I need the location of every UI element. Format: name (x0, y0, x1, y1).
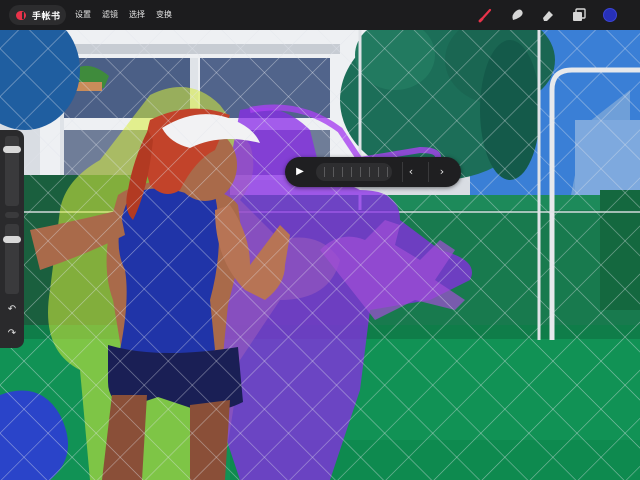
frame-tick (342, 167, 343, 177)
frame-tick (387, 167, 388, 177)
frame-tick (360, 167, 361, 177)
opacity-thumb[interactable] (3, 236, 21, 243)
gallery-button[interactable]: 手帐书 (9, 5, 66, 25)
color-picker-button[interactable] (603, 8, 617, 22)
brush-icon[interactable] (478, 7, 494, 23)
brush-size-thumb[interactable] (3, 146, 21, 153)
redo-button[interactable]: ↷ (6, 328, 18, 340)
prev-frame-button[interactable]: ‹ (403, 164, 419, 180)
frame-timeline[interactable] (316, 163, 392, 181)
transform-menu[interactable]: 变换 (156, 9, 172, 20)
selection-menu[interactable]: 选择 (129, 9, 145, 20)
top-toolbar: 手帐书 设置 滤镜 选择 变换 (0, 0, 640, 30)
drawing-canvas[interactable] (0, 0, 640, 480)
brush-size-slider[interactable] (3, 136, 21, 206)
frame-tick (324, 167, 325, 177)
settings-menu[interactable]: 设置 (75, 9, 91, 20)
frame-tick (378, 167, 379, 177)
eraser-icon[interactable] (540, 7, 556, 23)
play-button[interactable]: ▶ (293, 165, 307, 179)
layers-icon[interactable] (571, 7, 587, 23)
animation-playback-bar: ▶ ‹ › (285, 157, 461, 187)
adjustments-menu[interactable]: 滤镜 (102, 9, 118, 20)
smudge-icon[interactable] (509, 7, 525, 23)
opacity-slider[interactable] (3, 224, 21, 294)
frame-tick (351, 167, 352, 177)
side-toolbar: ↶ ↷ (0, 130, 24, 348)
frame-tick (369, 167, 370, 177)
app-logo-icon (16, 10, 26, 20)
frame-tick (333, 167, 334, 177)
app-title: 手帐书 (32, 11, 61, 22)
undo-button[interactable]: ↶ (6, 304, 18, 316)
modify-button[interactable] (5, 212, 19, 218)
divider (428, 162, 429, 182)
next-frame-button[interactable]: › (434, 164, 450, 180)
